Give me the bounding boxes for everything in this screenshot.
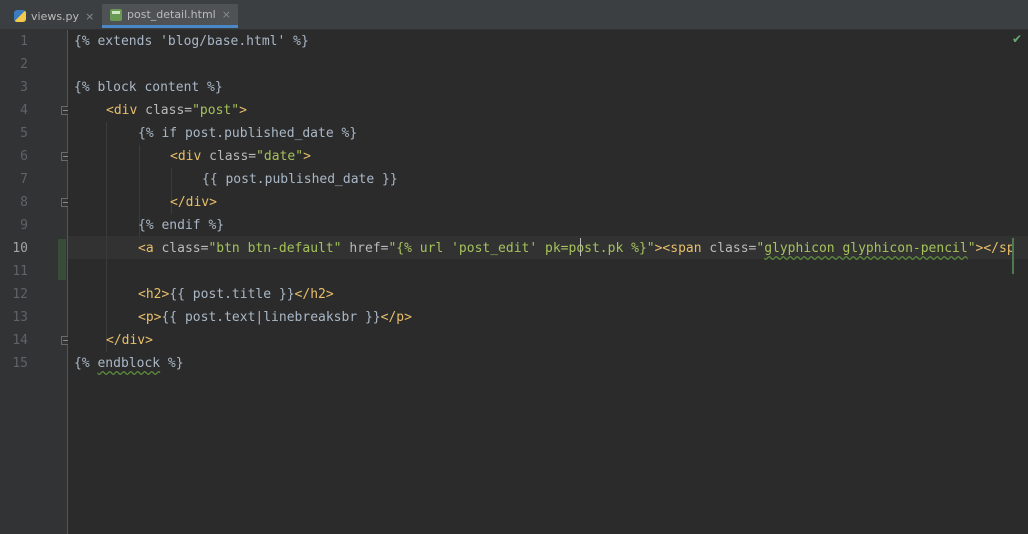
- python-file-icon: [14, 10, 26, 22]
- code-tag: <a: [138, 241, 162, 256]
- tab-label: post_detail.html: [127, 8, 216, 21]
- line-number: 2: [20, 57, 28, 72]
- code-attr: class=: [709, 241, 757, 256]
- code-tag: <h2>: [138, 287, 170, 302]
- code-string-typo: glyphicon glyphicon-pencil: [764, 241, 968, 256]
- code-tag: </div>: [170, 195, 217, 210]
- code-tag: </div>: [106, 333, 153, 348]
- code-line-9: {% endif %}: [138, 214, 224, 237]
- code-tag: ><span: [654, 241, 710, 256]
- code-line-12: <h2>{{ post.title }}</h2>: [138, 283, 334, 306]
- editor-gutter[interactable]: 1 2 3 4 5 6 7 8 9 10 11 12 13 14 15: [0, 30, 68, 534]
- change-marker: [58, 239, 66, 280]
- code-text: {% endif %}: [138, 218, 225, 233]
- code-tag: <div: [106, 103, 146, 118]
- code-text: {{ post.title }}: [169, 287, 295, 302]
- line-number: 6: [20, 149, 28, 164]
- code-attr: class=: [161, 241, 209, 256]
- code-string: "{% url 'post_edit' pk=post.pk %}": [388, 241, 655, 256]
- line-number: 3: [20, 80, 28, 95]
- code-tag: </p>: [380, 310, 412, 325]
- code-attr: class=: [145, 103, 193, 118]
- code-text-typo: endblock: [97, 356, 161, 371]
- code-line-1: {% extends 'blog/base.html' %}: [74, 30, 309, 53]
- code-line-6: <div class="date">: [170, 145, 311, 168]
- code-attr: href=: [341, 241, 389, 256]
- code-string: "date": [256, 149, 304, 164]
- line-number-current: 10: [12, 241, 28, 256]
- line-number: 1: [20, 34, 28, 49]
- code-string: "btn btn-default": [208, 241, 342, 256]
- code-line-4: <div class="post">: [106, 99, 247, 122]
- code-line-3: {% block content %}: [74, 76, 223, 99]
- code-string: ": [967, 241, 976, 256]
- code-tag: >: [239, 103, 247, 118]
- code-tag: <p>: [138, 310, 162, 325]
- line-number: 14: [12, 333, 28, 348]
- code-text: {% block content %}: [74, 80, 223, 95]
- code-text: {% extends 'blog/base.html' %}: [74, 34, 309, 49]
- line-number: 15: [12, 356, 28, 371]
- scroll-marker: [1012, 238, 1014, 274]
- close-icon[interactable]: ×: [222, 8, 231, 21]
- editor-tab-bar: views.py × post_detail.html ×: [0, 0, 1028, 30]
- code-text: %}: [160, 356, 184, 371]
- line-number: 8: [20, 195, 28, 210]
- code-editor[interactable]: {% extends 'blog/base.html' %} {% block …: [68, 30, 1028, 534]
- check-icon[interactable]: ✔: [1012, 32, 1022, 46]
- code-text: {% if post.published_date %}: [138, 126, 358, 141]
- code-text: {{ post.text|linebreaksbr }}: [161, 310, 381, 325]
- indent-guide: [106, 122, 107, 352]
- code-string: ": [756, 241, 765, 256]
- code-line-10: <a class="btn btn-default" href="{% url …: [138, 237, 1015, 260]
- code-line-5: {% if post.published_date %}: [138, 122, 357, 145]
- line-number: 5: [20, 126, 28, 141]
- code-tag: </h2>: [294, 287, 334, 302]
- html-file-icon: [110, 8, 122, 21]
- code-attr: class=: [209, 149, 257, 164]
- text-caret: [580, 238, 581, 256]
- line-number: 4: [20, 103, 28, 118]
- line-number: 13: [12, 310, 28, 325]
- tab-views-py[interactable]: views.py ×: [14, 4, 100, 28]
- tab-post-detail-html[interactable]: post_detail.html ×: [102, 4, 238, 28]
- code-line-13: <p>{{ post.text|linebreaksbr }}</p>: [138, 306, 412, 329]
- code-text: {{ post.published_date }}: [202, 172, 398, 187]
- line-number: 7: [20, 172, 28, 187]
- code-string: "post": [192, 103, 240, 118]
- line-number: 12: [12, 287, 28, 302]
- code-line-14: </div>: [106, 329, 153, 352]
- code-line-7: {{ post.published_date }}: [202, 168, 398, 191]
- code-tag: ></sp: [975, 241, 1015, 256]
- tab-label: views.py: [31, 9, 80, 23]
- code-text: {%: [74, 356, 98, 371]
- line-number: 9: [20, 218, 28, 233]
- code-tag: >: [303, 149, 311, 164]
- code-line-15: {% endblock %}: [74, 352, 184, 375]
- close-icon[interactable]: ×: [85, 10, 94, 23]
- line-number: 11: [12, 264, 28, 279]
- code-line-8: </div>: [170, 191, 217, 214]
- code-tag: <div: [170, 149, 210, 164]
